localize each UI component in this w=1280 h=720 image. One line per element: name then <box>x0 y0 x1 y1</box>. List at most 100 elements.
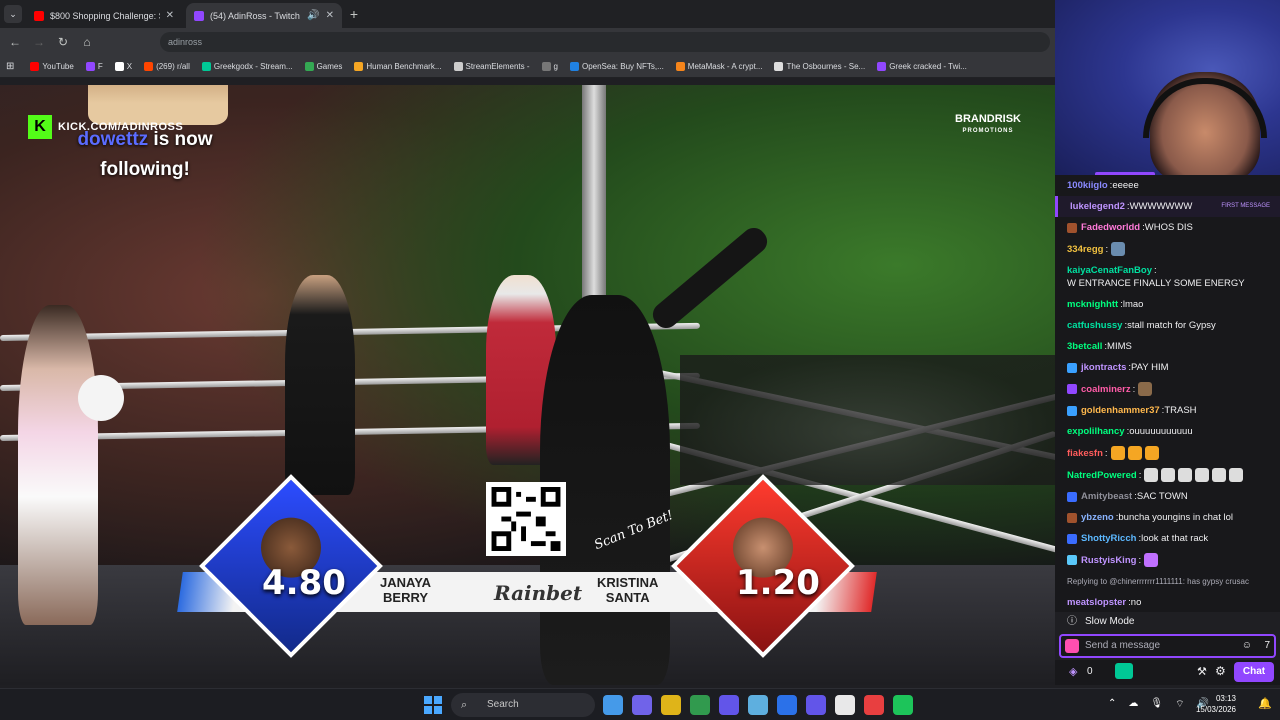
tab-twitch[interactable]: (54) AdinRoss - Twitch 🔊 ✕ <box>186 3 342 28</box>
tray-chevron-icon[interactable]: ⌃ <box>1108 698 1116 711</box>
bookmark-item[interactable]: MetaMask - A crypt... <box>672 62 767 71</box>
chat-emote-icon[interactable] <box>1212 468 1227 482</box>
chat-username[interactable]: lukelegend2 <box>1070 200 1125 213</box>
chat-username[interactable]: jkontracts <box>1081 361 1126 374</box>
chat-username[interactable]: goldenhammer37 <box>1081 404 1160 417</box>
bookmark-item[interactable]: OpenSea: Buy NFTs,... <box>566 62 668 71</box>
chat-message[interactable]: 3betcall: MIMS <box>1055 336 1280 357</box>
chat-badge-icon[interactable] <box>1067 222 1077 233</box>
back-arrow-icon[interactable]: ← <box>6 33 24 51</box>
chat-username[interactable]: ybzeno <box>1081 511 1114 524</box>
channel-points-icon[interactable]: ◈ <box>1069 665 1077 678</box>
chat-username[interactable]: meatslopster <box>1067 596 1126 609</box>
chat-emote-icon[interactable] <box>1111 242 1126 256</box>
chat-badge-icon[interactable] <box>1067 491 1077 502</box>
bookmark-item[interactable]: The Osbournes - Se... <box>770 62 869 71</box>
chat-message[interactable]: mcknighhtt: lmao <box>1055 294 1280 315</box>
bookmark-item[interactable]: StreamElements - <box>450 62 534 71</box>
bookmark-item[interactable]: YouTube <box>26 62 77 71</box>
chat-username[interactable]: expolilhancy <box>1067 425 1125 438</box>
settings-gear-icon[interactable]: ⚙ <box>1215 664 1226 678</box>
chat-badge-icon[interactable] <box>1067 384 1077 394</box>
bookmark-item[interactable]: Greek cracked - Twi... <box>873 62 971 71</box>
tab-youtube[interactable]: $800 Shopping Challenge: Sai ✕ <box>26 3 182 28</box>
chat-message[interactable]: jkontracts: PAY HIM <box>1055 357 1280 378</box>
chat-username[interactable]: 3betcall <box>1067 340 1102 353</box>
chat-username[interactable]: Fadedworldd <box>1081 221 1140 234</box>
url-field[interactable]: adinross <box>160 32 1050 52</box>
chat-badge-icon[interactable] <box>1067 362 1077 373</box>
close-tab-icon[interactable]: ✕ <box>166 10 174 21</box>
chat-emote-icon[interactable] <box>1127 446 1142 460</box>
chat-username[interactable]: NatredPowered <box>1067 469 1137 482</box>
taskbar-app-icon[interactable] <box>748 695 768 715</box>
chat-message[interactable]: Replying to @chinerrrrrrr1111111: has gy… <box>1055 571 1280 592</box>
chat-username[interactable]: ShottyRicch <box>1081 532 1136 545</box>
home-icon[interactable]: ⌂ <box>78 33 96 51</box>
reload-icon[interactable]: ↻ <box>54 33 72 51</box>
taskbar-app-icon[interactable] <box>835 695 855 715</box>
taskbar-app-icon[interactable] <box>661 695 681 715</box>
chat-input[interactable]: Send a message ☺ 7 <box>1059 634 1276 658</box>
chat-message[interactable]: goldenhammer37: TRASH <box>1055 400 1280 421</box>
chat-emote-icon[interactable] <box>1065 639 1079 653</box>
chat-emote-icon[interactable] <box>1178 468 1193 482</box>
chat-emote-icon[interactable] <box>1110 446 1125 460</box>
taskbar-app-icon[interactable] <box>777 695 797 715</box>
taskbar-clock[interactable]: 03:13 15/03/2026 <box>1196 693 1236 715</box>
chat-emote-icon[interactable] <box>1195 468 1210 482</box>
taskbar-app-icon[interactable] <box>719 695 739 715</box>
taskbar-app-icon[interactable] <box>603 695 623 715</box>
taskbar-app-icon[interactable] <box>806 695 826 715</box>
bookmark-item[interactable]: F <box>82 62 107 71</box>
chat-message[interactable]: NatredPowered: <box>1055 464 1280 486</box>
taskbar-app-icon[interactable] <box>632 695 652 715</box>
start-button[interactable] <box>424 696 442 714</box>
bookmark-item[interactable]: Greekgodx - Stream... <box>198 62 297 71</box>
chat-username[interactable]: 100kiiglo <box>1067 179 1108 192</box>
chat-message[interactable]: ShottyRicch: look at that rack <box>1055 528 1280 549</box>
chat-username[interactable]: coalminerz <box>1081 383 1131 396</box>
chat-message[interactable]: 100kiiglo: eeeee <box>1055 175 1280 196</box>
chat-username[interactable]: Amitybeast <box>1081 490 1132 503</box>
chat-emote-icon[interactable] <box>1161 468 1176 482</box>
bookmark-item[interactable]: Games <box>301 62 347 71</box>
chat-username[interactable]: mcknighhtt <box>1067 298 1118 311</box>
new-tab-button[interactable]: + <box>346 5 362 23</box>
apps-grid-icon[interactable]: ⊞ <box>6 61 14 72</box>
chat-emote-icon[interactable] <box>1144 468 1159 482</box>
chat-username[interactable]: kaiyaCenatFanBoy <box>1067 264 1152 277</box>
chat-message[interactable]: catfushussy: stall match for Gypsy <box>1055 315 1280 336</box>
emote-picker-icon[interactable]: ☺ <box>1242 636 1252 656</box>
chat-message[interactable]: lukelegend2: WWWWWWW FIRST MESSAGE <box>1055 196 1280 217</box>
chat-emote-icon[interactable] <box>1144 446 1159 460</box>
chat-badge-icon[interactable] <box>1067 512 1077 523</box>
chat-message[interactable]: kaiyaCenatFanBoy: W ENTRANCE FINALLY SOM… <box>1055 260 1280 294</box>
chat-emote-icon[interactable] <box>1138 382 1153 396</box>
chat-message[interactable]: coalminerz: <box>1055 378 1280 400</box>
chat-message[interactable]: 334regg: <box>1055 238 1280 260</box>
chat-badge-icon[interactable] <box>1067 405 1077 416</box>
chat-message[interactable]: fiakesfn: <box>1055 442 1280 464</box>
chat-message[interactable]: Amitybeast: SAC TOWN <box>1055 486 1280 507</box>
bookmark-item[interactable]: X <box>111 62 136 71</box>
chat-username[interactable]: RustyisKing <box>1081 554 1136 567</box>
chat-emote-icon[interactable] <box>1229 468 1244 482</box>
chat-badge-icon[interactable] <box>1067 533 1077 544</box>
chat-message[interactable]: expolilhancy: ouuuuuuuuuuu <box>1055 421 1280 442</box>
taskbar-app-icon[interactable] <box>690 695 710 715</box>
chat-badge-icon[interactable] <box>1067 555 1077 565</box>
chat-send-button[interactable]: Chat <box>1234 662 1274 682</box>
forward-arrow-icon[interactable]: → <box>30 33 48 51</box>
mic-icon[interactable]: 🎙 <box>1150 698 1163 711</box>
bookmark-item[interactable]: g <box>538 62 562 71</box>
reply-context[interactable]: Replying to @chinerrrrrrr1111111: has gy… <box>1067 575 1249 588</box>
taskbar-app-icon[interactable] <box>864 695 884 715</box>
chat-username[interactable]: 334regg <box>1067 243 1103 256</box>
taskbar-search[interactable]: ⌕ Search <box>451 693 595 717</box>
speaker-icon[interactable]: 🔊 <box>307 10 319 21</box>
chat-message[interactable]: meatslopster: no <box>1055 592 1280 612</box>
bonus-chest-icon[interactable] <box>1115 663 1133 679</box>
chat-message[interactable]: RustyisKing: <box>1055 549 1280 571</box>
bookmark-item[interactable]: (269) r/all <box>140 62 194 71</box>
